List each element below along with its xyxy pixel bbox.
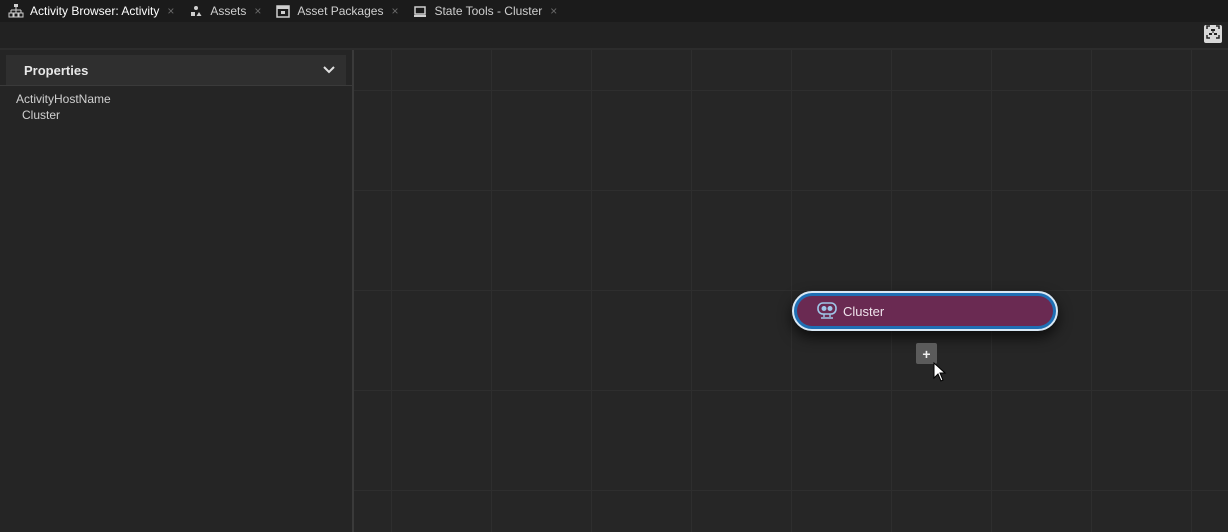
chevron-down-icon[interactable] (322, 63, 336, 77)
close-icon[interactable]: × (254, 4, 261, 18)
properties-panel: Properties ActivityHostName Cluster (0, 50, 354, 532)
asset-packages-icon (275, 4, 291, 18)
assets-icon (188, 4, 204, 18)
graph-canvas[interactable]: Cluster + (354, 50, 1228, 532)
tab-bar: Activity Browser: Activity × Assets × As… (0, 0, 1228, 22)
divider (0, 85, 352, 86)
tab-label: Asset Packages (297, 4, 384, 18)
tab-activity-browser[interactable]: Activity Browser: Activity × (0, 0, 180, 22)
mouse-cursor-icon (933, 361, 947, 382)
activity-tree-icon (8, 4, 24, 18)
close-icon[interactable]: × (167, 4, 174, 18)
state-tools-icon (412, 4, 428, 18)
add-node-button[interactable]: + (916, 343, 937, 364)
property-value[interactable]: Cluster (22, 108, 60, 122)
properties-header[interactable]: Properties (6, 55, 346, 85)
tab-label: Activity Browser: Activity (30, 4, 160, 18)
tab-label: Assets (210, 4, 247, 18)
close-icon[interactable]: × (550, 4, 557, 18)
tab-assets[interactable]: Assets × (180, 0, 267, 22)
cluster-icon (817, 302, 837, 320)
tab-state-tools[interactable]: State Tools - Cluster × (404, 0, 563, 22)
toolbar (0, 22, 1228, 50)
close-icon[interactable]: × (391, 4, 398, 18)
node-body: Cluster (797, 296, 1053, 326)
fit-to-view-icon (1206, 24, 1220, 44)
cluster-node[interactable]: Cluster (792, 291, 1058, 331)
tab-asset-packages[interactable]: Asset Packages × (267, 0, 404, 22)
property-name: ActivityHostName (16, 92, 111, 106)
fit-to-view-button[interactable] (1204, 24, 1222, 44)
tab-label: State Tools - Cluster (434, 4, 543, 18)
node-label: Cluster (843, 303, 885, 319)
properties-title: Properties (24, 62, 89, 78)
